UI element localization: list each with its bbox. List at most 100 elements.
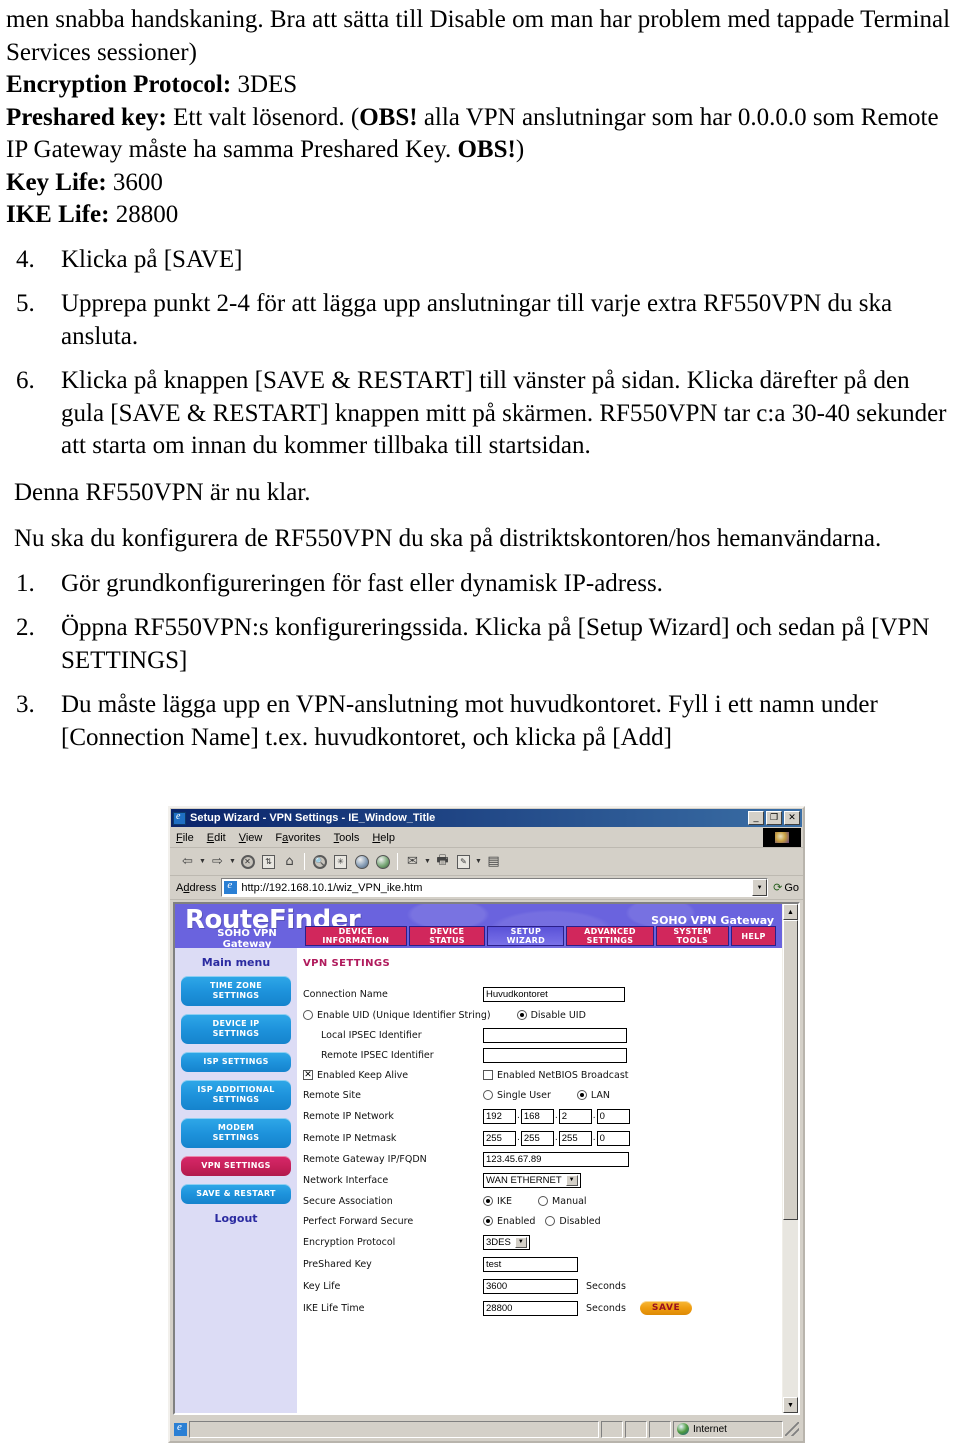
chevron-down-icon[interactable]: ▼ xyxy=(565,1174,578,1186)
menu-item-file[interactable]: File xyxy=(176,832,194,844)
minimize-button[interactable]: _ xyxy=(748,811,764,825)
close-button[interactable]: ✕ xyxy=(784,811,800,825)
scroll-track[interactable] xyxy=(783,920,798,1397)
nav-tab-label-line1: SYSTEM xyxy=(673,927,712,936)
preshared-key-input[interactable]: test xyxy=(483,1256,578,1272)
lan-option[interactable]: LAN xyxy=(576,1090,610,1101)
single-user-option[interactable]: Single User xyxy=(483,1090,551,1101)
remote-ip-network-octet-4[interactable]: 0 xyxy=(596,1108,630,1124)
menu-item-favorites[interactable]: Favorites xyxy=(275,832,320,844)
manual-option[interactable]: Manual xyxy=(538,1196,587,1207)
manual-radio[interactable] xyxy=(538,1196,549,1206)
discuss-icon[interactable]: ▤ xyxy=(483,852,504,872)
sidebar-item-time-zone[interactable]: TIME ZONE SETTINGS xyxy=(181,976,291,1006)
search-icon[interactable]: 🔍 xyxy=(309,852,330,872)
doc-list-item: 2. Öppna RF550VPN:s konfigureringssida. K… xyxy=(6,612,954,677)
page-scrollbar[interactable]: ▲ ▼ xyxy=(782,904,798,1413)
keep-alive-checkbox[interactable]: ✕ xyxy=(303,1070,313,1080)
remote-ip-network-octet-3[interactable]: 2 xyxy=(558,1108,592,1124)
enable-uid-option[interactable]: Enable UID (Unique Identifier String) xyxy=(303,1010,491,1021)
sidebar-item-logout[interactable]: Logout xyxy=(181,1212,291,1225)
nav-tab-system[interactable]: SYSTEM TOOLS xyxy=(655,926,730,946)
edit-dropdown-icon[interactable]: ▼ xyxy=(474,852,483,872)
sidebar-item-device-ip[interactable]: DEVICE IP SETTINGS xyxy=(181,1014,291,1044)
remote-ip-netmask-octet-3[interactable]: 255 xyxy=(558,1130,592,1146)
pfs-enabled-radio[interactable] xyxy=(483,1216,493,1226)
mail-icon[interactable]: ✉ xyxy=(402,852,423,872)
keep-alive-option[interactable]: ✕ Enabled Keep Alive xyxy=(303,1070,483,1081)
sidebar-item-vpn-settings[interactable]: VPN SETTINGS xyxy=(181,1156,291,1176)
ike-life-input[interactable]: 28800 xyxy=(483,1300,578,1316)
scroll-thumb[interactable] xyxy=(783,920,798,1220)
sidebar-item-isp-additional[interactable]: ISP ADDITIONAL SETTINGS xyxy=(181,1080,291,1110)
nav-tab-device[interactable]: DEVICE STATUS xyxy=(408,926,486,946)
media-icon[interactable] xyxy=(372,852,393,872)
forward-icon[interactable]: ⇨ xyxy=(207,852,228,872)
menu-item-tools[interactable]: Tools xyxy=(334,832,360,844)
address-input[interactable]: http://192.168.10.1/wiz_VPN_ike.htm ▼ xyxy=(221,878,769,897)
remote-ipsec-input[interactable] xyxy=(483,1047,627,1063)
menu-bar: File Edit View Favorites Tools Help xyxy=(170,828,803,848)
row-remote-ip-netmask: Remote IP Netmask 255. 255. 255. 0 xyxy=(303,1127,776,1149)
pfs-disabled-label: Disabled xyxy=(559,1215,601,1227)
encryption-protocol-select[interactable]: 3DES ▼ xyxy=(483,1234,530,1250)
remote-gateway-input[interactable]: 123.45.67.89 xyxy=(483,1151,629,1167)
sidebar-item-save-restart[interactable]: SAVE & RESTART xyxy=(181,1184,291,1204)
mail-dropdown-icon[interactable]: ▼ xyxy=(423,852,432,872)
netbios-option[interactable]: Enabled NetBIOS Broadcast xyxy=(483,1070,629,1081)
edit-icon[interactable]: ✎ xyxy=(453,852,474,872)
scroll-up-button[interactable]: ▲ xyxy=(783,904,798,920)
ie-window-icon xyxy=(173,811,186,825)
ike-option[interactable]: IKE xyxy=(483,1196,512,1207)
single-user-radio[interactable] xyxy=(483,1090,493,1100)
back-dropdown-icon[interactable]: ▼ xyxy=(198,852,207,872)
remote-ip-network-octet-1[interactable]: 192 xyxy=(483,1108,516,1124)
remote-ip-netmask-octet-2[interactable]: 255 xyxy=(520,1130,554,1146)
go-button[interactable]: ⟳ Go xyxy=(773,881,799,895)
local-ipsec-label: Local IPSEC Identifier xyxy=(321,1029,422,1041)
remote-ip-network-octet-2[interactable]: 168 xyxy=(520,1108,554,1124)
nav-tab-setup[interactable]: SETUP WIZARD xyxy=(487,926,565,946)
chevron-down-icon[interactable]: ▼ xyxy=(514,1236,527,1248)
remote-ip-netmask-octet-4[interactable]: 0 xyxy=(596,1130,630,1146)
menu-item-help[interactable]: Help xyxy=(372,832,395,844)
refresh-icon[interactable]: ⇅ xyxy=(258,852,279,872)
address-dropdown-icon[interactable]: ▼ xyxy=(752,879,768,896)
network-interface-label: Network Interface xyxy=(303,1174,389,1186)
ike-radio[interactable] xyxy=(483,1196,493,1206)
remote-ip-netmask-octet-1[interactable]: 255 xyxy=(483,1130,516,1146)
netbios-checkbox[interactable] xyxy=(483,1070,493,1080)
network-interface-select[interactable]: WAN ETHERNET ▼ xyxy=(483,1172,581,1188)
sidebar-item-isp-settings[interactable]: ISP SETTINGS xyxy=(181,1052,291,1072)
favorites-icon[interactable]: ✳ xyxy=(330,852,351,872)
sidebar-item-label-line2: SETTINGS xyxy=(212,1029,260,1038)
pfs-enabled-option[interactable]: Enabled xyxy=(483,1216,535,1227)
history-icon[interactable] xyxy=(351,852,372,872)
pfs-disabled-option[interactable]: Disabled xyxy=(545,1215,601,1227)
nav-tab-help[interactable]: HELP xyxy=(731,926,776,946)
nav-tab-device[interactable]: DEVICE INFORMATION xyxy=(305,926,407,946)
print-icon[interactable]: 🖶 xyxy=(432,852,453,872)
save-button[interactable]: SAVE xyxy=(639,1301,693,1315)
back-icon[interactable]: ⇦ xyxy=(177,852,198,872)
ike-life-unit: Seconds xyxy=(586,1302,626,1314)
local-ipsec-input[interactable] xyxy=(483,1027,627,1043)
enable-uid-radio[interactable] xyxy=(303,1010,313,1020)
home-icon[interactable]: ⌂ xyxy=(279,852,300,872)
disable-uid-option[interactable]: Disable UID xyxy=(516,1010,586,1021)
scroll-down-button[interactable]: ▼ xyxy=(783,1397,798,1413)
menu-item-view[interactable]: View xyxy=(239,832,263,844)
maximize-button[interactable]: ❐ xyxy=(766,811,782,825)
key-life-input[interactable]: 3600 xyxy=(483,1278,578,1294)
connection-name-input[interactable]: Huvudkontoret xyxy=(483,986,625,1002)
pfs-disabled-radio[interactable] xyxy=(545,1216,556,1226)
sidebar-item-modem[interactable]: MODEM SETTINGS xyxy=(181,1118,291,1148)
stop-icon[interactable]: ✕ xyxy=(237,852,258,872)
resize-grip[interactable] xyxy=(785,1422,799,1436)
disable-uid-radio[interactable] xyxy=(516,1010,527,1020)
app-nav-tabs: DEVICE INFORMATION DEVICE STATUS SETUP WIZARD… xyxy=(305,926,776,946)
nav-tab-advanced[interactable]: ADVANCED SETTINGS xyxy=(566,926,654,946)
menu-item-edit[interactable]: Edit xyxy=(207,832,226,844)
forward-dropdown-icon[interactable]: ▼ xyxy=(228,852,237,872)
lan-radio[interactable] xyxy=(576,1090,587,1100)
